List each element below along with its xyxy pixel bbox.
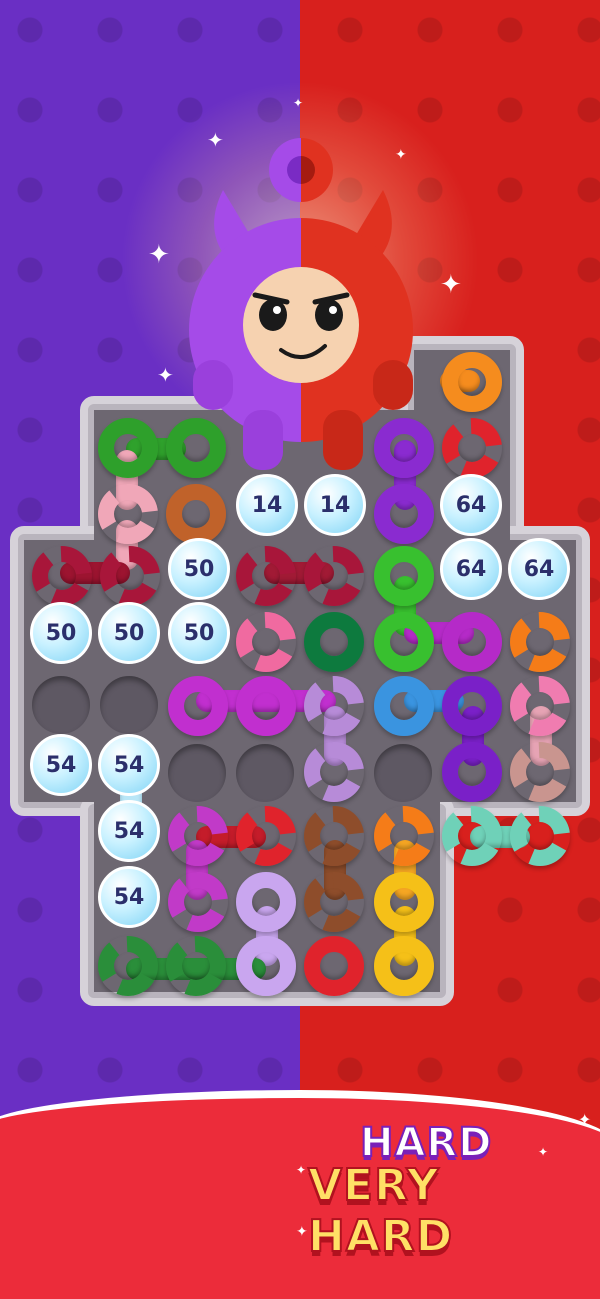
ring-piece[interactable] xyxy=(304,612,364,672)
ring-piece[interactable] xyxy=(98,418,158,478)
ring-piece[interactable] xyxy=(510,676,570,736)
sparkle-icon: ✦ xyxy=(538,1145,549,1159)
ring-piece[interactable] xyxy=(374,612,434,672)
ring-piece[interactable] xyxy=(236,806,296,866)
ring-piece[interactable] xyxy=(374,546,434,606)
ring-piece[interactable] xyxy=(442,742,502,802)
ice-tile[interactable]: 14 xyxy=(236,474,298,536)
sparkle-icon: ✦ xyxy=(157,363,174,387)
ice-tile[interactable]: 50 xyxy=(98,602,160,664)
ring-piece[interactable] xyxy=(510,742,570,802)
sparkle-icon: ✦ xyxy=(296,1224,308,1240)
empty-cell xyxy=(100,676,158,734)
ice-tile[interactable]: 54 xyxy=(30,734,92,796)
ring-piece[interactable] xyxy=(98,936,158,996)
ring-piece[interactable] xyxy=(304,742,364,802)
ring-piece[interactable] xyxy=(304,806,364,866)
sparkle-icon: ✦ xyxy=(148,240,170,270)
ring-piece[interactable] xyxy=(98,484,158,544)
empty-cell xyxy=(32,676,90,734)
devil-mascot-icon xyxy=(189,138,413,470)
game-screen: ✦ ✦ ✦ ✦ ✦ ✦ 14 14 64 50 64 64 50 50 50 5… xyxy=(0,0,600,1299)
ring-piece[interactable] xyxy=(374,484,434,544)
ring-piece[interactable] xyxy=(304,546,364,606)
ice-tile[interactable]: 50 xyxy=(168,538,230,600)
ring-piece[interactable] xyxy=(236,546,296,606)
ring-piece[interactable] xyxy=(374,872,434,932)
sparkle-icon: ✦ xyxy=(440,270,462,300)
ring-piece[interactable] xyxy=(168,676,228,736)
ice-tile[interactable]: 50 xyxy=(168,602,230,664)
ice-tile-count: 54 xyxy=(113,884,145,910)
ice-tile-count: 50 xyxy=(45,620,77,646)
ring-piece[interactable] xyxy=(442,676,502,736)
ring-piece[interactable] xyxy=(374,936,434,996)
ring-piece[interactable] xyxy=(168,806,228,866)
ring-piece[interactable] xyxy=(168,872,228,932)
ice-tile[interactable]: 64 xyxy=(440,474,502,536)
ring-piece[interactable] xyxy=(374,806,434,866)
ring-piece[interactable] xyxy=(442,806,502,866)
ring-piece[interactable] xyxy=(100,546,160,606)
ring-piece[interactable] xyxy=(374,676,434,736)
empty-cell xyxy=(236,744,294,802)
ice-tile-count: 50 xyxy=(183,620,215,646)
ring-piece[interactable] xyxy=(236,936,296,996)
ice-tile-count: 14 xyxy=(251,492,283,518)
ice-tile-count: 50 xyxy=(113,620,145,646)
ring-piece[interactable] xyxy=(304,936,364,996)
ring-piece[interactable] xyxy=(166,936,226,996)
ice-tile-count: 64 xyxy=(455,492,487,518)
empty-cell xyxy=(374,744,432,802)
ice-tile[interactable]: 64 xyxy=(508,538,570,600)
ice-tile-count: 14 xyxy=(319,492,351,518)
ring-piece[interactable] xyxy=(166,484,226,544)
ring-piece[interactable] xyxy=(442,612,502,672)
ice-tile[interactable]: 14 xyxy=(304,474,366,536)
ice-tile[interactable]: 54 xyxy=(98,734,160,796)
ice-tile-count: 64 xyxy=(455,556,487,582)
ice-tile[interactable]: 64 xyxy=(440,538,502,600)
ring-piece[interactable] xyxy=(304,676,364,736)
ice-tile[interactable]: 54 xyxy=(98,866,160,928)
ice-tile[interactable]: 50 xyxy=(30,602,92,664)
ring-piece[interactable] xyxy=(236,612,296,672)
ring-piece[interactable] xyxy=(510,806,570,866)
ice-tile-count: 54 xyxy=(45,752,77,778)
ring-piece[interactable] xyxy=(304,872,364,932)
ring-piece[interactable] xyxy=(442,418,502,478)
ice-tile-count: 54 xyxy=(113,752,145,778)
difficulty-sublabel: VERY HARD xyxy=(307,1159,454,1263)
ring-piece[interactable] xyxy=(32,546,92,606)
ring-piece[interactable] xyxy=(510,612,570,672)
ring-piece[interactable] xyxy=(236,676,296,736)
ice-tile-count: 50 xyxy=(183,556,215,582)
sparkle-icon: ✦ xyxy=(293,96,304,110)
sparkle-icon: ✦ xyxy=(296,1163,307,1177)
ice-tile[interactable]: 54 xyxy=(98,800,160,862)
empty-cell xyxy=(168,744,226,802)
ring-piece[interactable] xyxy=(236,872,296,932)
ice-tile-count: 64 xyxy=(523,556,555,582)
ice-tile-count: 54 xyxy=(113,818,145,844)
ring-piece[interactable] xyxy=(442,352,502,412)
sparkle-icon: ✦ xyxy=(578,1110,592,1129)
